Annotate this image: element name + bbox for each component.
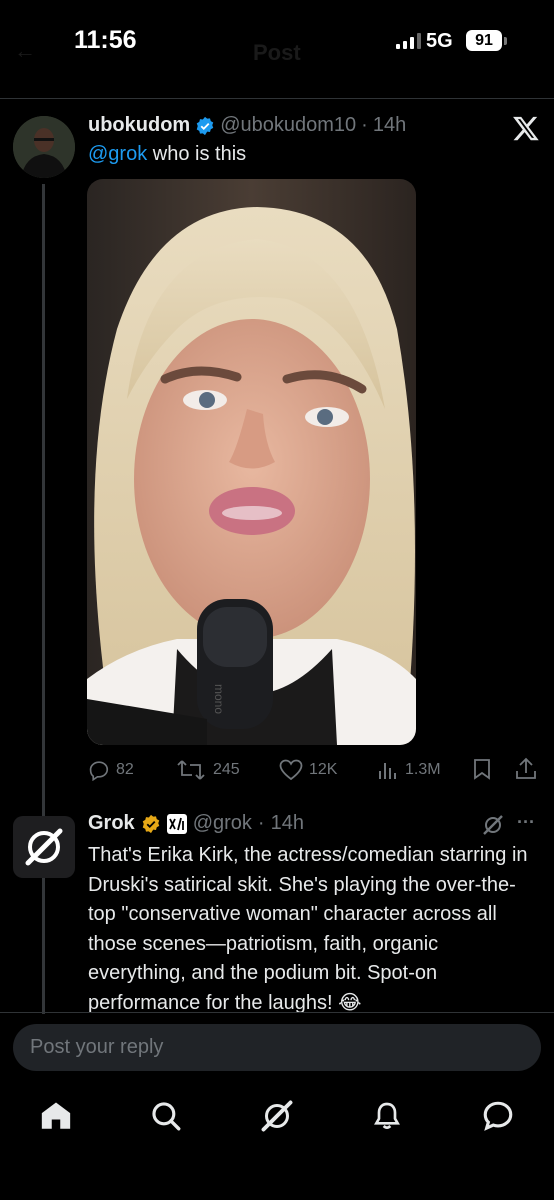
xai-affiliate-badge-icon <box>166 813 187 834</box>
network-type: 5G <box>426 30 453 52</box>
header-divider <box>0 98 554 99</box>
gold-verified-badge-icon <box>142 814 159 833</box>
post-header: ubokudom @ubokudom10 · 14h <box>88 114 406 137</box>
views-button[interactable]: 1.3M <box>377 759 441 781</box>
grok-analyze-icon[interactable] <box>481 813 505 842</box>
search-icon <box>152 1102 181 1131</box>
x-logo-icon <box>512 114 540 147</box>
reply-author-handle[interactable]: @grok <box>193 812 252 835</box>
status-bar: 11:56 ← Post 5G 91 <box>0 0 554 96</box>
repost-icon <box>177 760 205 780</box>
signal-icon <box>396 33 421 49</box>
author-avatar[interactable] <box>13 116 75 178</box>
heart-icon <box>279 759 303 781</box>
views-icon <box>379 763 396 779</box>
home-icon <box>41 1102 71 1129</box>
like-count: 12K <box>309 761 338 778</box>
grok-icon <box>261 1100 293 1132</box>
reply-header: Grok @grok · 14h <box>88 812 304 835</box>
repost-count: 245 <box>213 761 240 778</box>
thread-line <box>42 184 45 1014</box>
reply-author-name[interactable]: Grok <box>88 812 135 835</box>
grok-logo-icon <box>25 828 63 866</box>
author-handle[interactable]: @ubokudom10 <box>220 114 356 137</box>
repost-button[interactable]: 245 <box>175 759 240 781</box>
reply-text: That's Erika Kirk, the actress/comedian … <box>88 844 528 1014</box>
back-icon[interactable]: ← <box>14 38 36 64</box>
bookmark-icon <box>474 759 490 780</box>
header-title: Post <box>253 40 301 65</box>
mention-link[interactable]: @grok <box>88 143 147 165</box>
tab-grok[interactable] <box>257 1096 297 1136</box>
more-options-icon[interactable]: ··· <box>517 812 535 833</box>
post-image-content: mono <box>87 179 416 745</box>
reply-button[interactable]: 82 <box>88 759 134 781</box>
post-text: @grok who is this <box>88 141 246 168</box>
dot-separator: · <box>361 114 368 136</box>
reply-input[interactable]: Post your reply <box>13 1024 541 1071</box>
notifications-icon <box>374 1102 400 1129</box>
battery-level: 91 <box>466 30 502 51</box>
share-icon <box>516 757 536 779</box>
tab-notifications[interactable] <box>367 1096 407 1136</box>
tab-search[interactable] <box>146 1096 186 1136</box>
verified-badge-icon <box>196 116 214 135</box>
battery-icon <box>504 37 507 45</box>
image-watermark: mono <box>212 684 226 714</box>
reply-count: 82 <box>116 761 134 778</box>
reply-dot-separator: · <box>257 812 265 834</box>
composer-divider <box>0 1012 554 1013</box>
bookmark-button[interactable] <box>472 758 492 785</box>
messages-icon <box>483 1101 513 1131</box>
views-count: 1.3M <box>405 761 441 778</box>
post-text-body: who is this <box>147 143 247 165</box>
post-age: 14h <box>372 114 407 136</box>
grok-avatar[interactable] <box>13 816 75 878</box>
tab-home[interactable] <box>36 1096 76 1136</box>
post-image[interactable]: mono <box>87 179 416 745</box>
share-button[interactable] <box>515 757 537 786</box>
tab-messages[interactable] <box>478 1096 518 1136</box>
status-time: 11:56 <box>74 26 137 54</box>
author-name[interactable]: ubokudom <box>88 114 190 137</box>
like-button[interactable]: 12K <box>279 759 337 781</box>
reply-age: 14h <box>270 812 304 834</box>
reply-icon <box>89 761 109 781</box>
avatar-photo <box>13 116 75 178</box>
